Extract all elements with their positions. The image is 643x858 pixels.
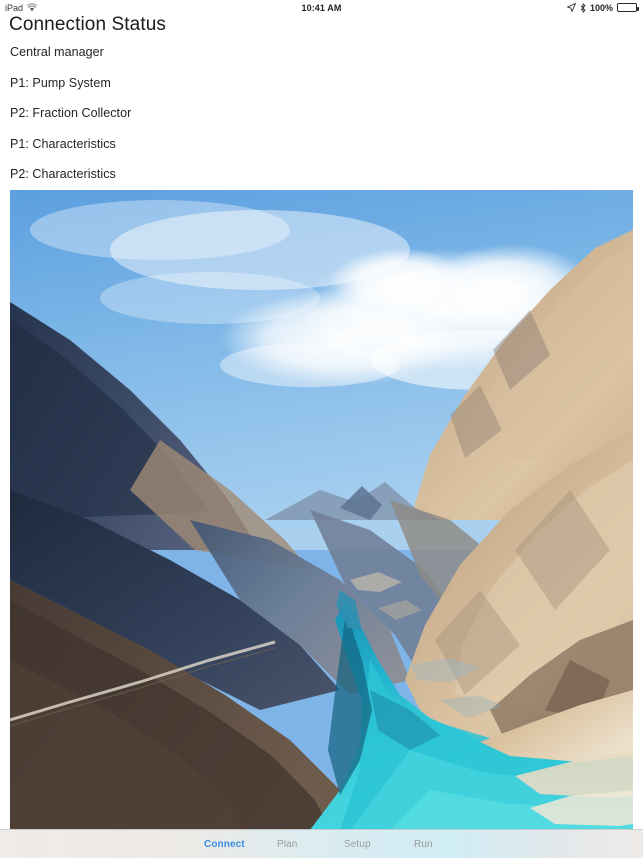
green-checkmark-icon xyxy=(366,45,381,60)
bluetooth-icon xyxy=(580,2,586,13)
tab-plan[interactable]: Plan xyxy=(277,839,297,850)
status-bar-right: 100% xyxy=(566,2,639,13)
list-item-label: P1: Pump System xyxy=(10,75,111,90)
landscape-photo-canvas xyxy=(10,190,633,830)
battery-full-icon xyxy=(617,3,639,12)
list-item-label: Central manager xyxy=(10,45,104,60)
list-item[interactable]: P2: Fraction Collector xyxy=(0,98,643,129)
list-item[interactable]: Central manager xyxy=(0,37,643,68)
landscape-photo xyxy=(10,190,633,830)
connection-status-list: Central manager P1: Pump System P2: Frac… xyxy=(0,37,643,190)
tab-setup[interactable]: Setup xyxy=(344,839,371,850)
list-item[interactable]: P2: Characteristics xyxy=(0,159,643,190)
green-checkmark-icon xyxy=(366,167,381,182)
list-item[interactable]: P1: Characteristics xyxy=(0,128,643,159)
list-item-label: P2: Characteristics xyxy=(10,167,116,182)
list-item[interactable]: P1: Pump System xyxy=(0,67,643,98)
green-checkmark-icon xyxy=(366,75,381,90)
bottom-tab-bar: Connect Plan Setup Run xyxy=(0,829,643,858)
tab-connect[interactable]: Connect xyxy=(204,839,245,850)
location-arrow-icon xyxy=(566,3,576,12)
status-bar-clock: 10:41 AM xyxy=(301,2,342,13)
tab-run[interactable]: Run xyxy=(414,839,433,850)
green-checkmark-icon xyxy=(366,136,381,151)
status-bar: iPad 10:41 AM 100% xyxy=(0,0,643,15)
list-item-label: P1: Characteristics xyxy=(10,136,116,151)
list-item-label: P2: Fraction Collector xyxy=(10,106,132,121)
green-checkmark-icon xyxy=(366,106,381,121)
battery-percent-label: 100% xyxy=(589,2,613,13)
page-title: Connection Status xyxy=(9,14,166,35)
